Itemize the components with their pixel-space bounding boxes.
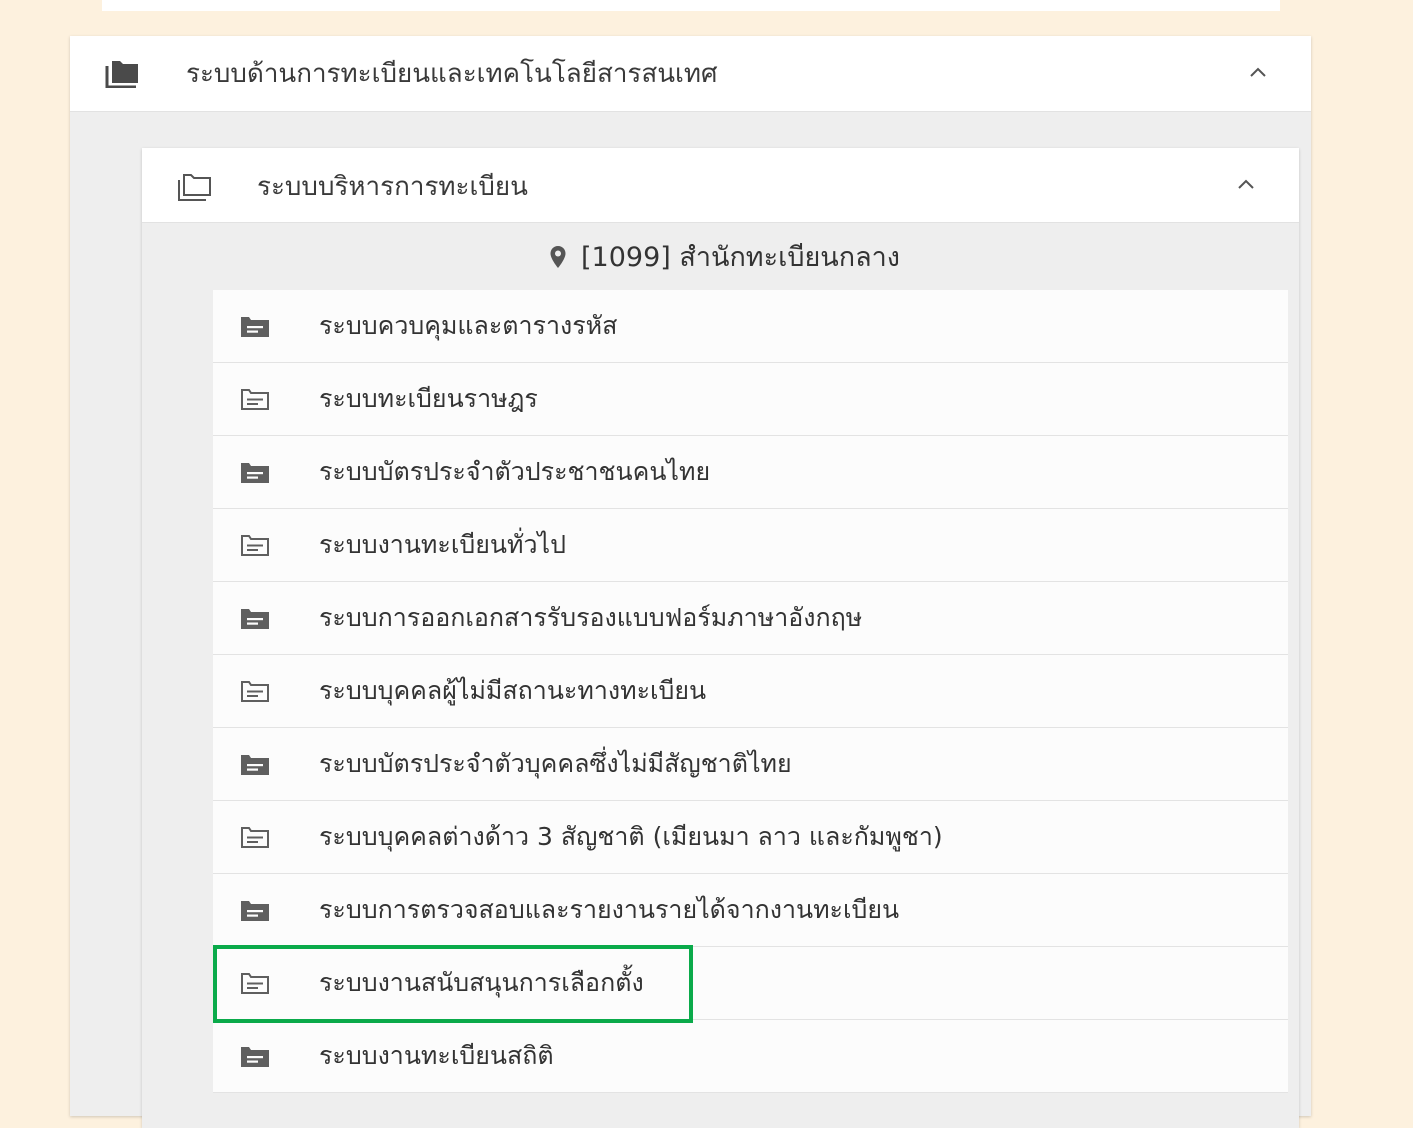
- list-item-label: ระบบการตรวจสอบและรายงานรายได้จากงานทะเบี…: [319, 895, 900, 924]
- inner-section-header[interactable]: ระบบบริหารการทะเบียน: [142, 148, 1299, 223]
- list-item[interactable]: ระบบงานทะเบียนสถิติ: [213, 1020, 1288, 1093]
- chevron-up-icon[interactable]: [1236, 176, 1256, 190]
- list-item-label: ระบบทะเบียนราษฎร: [319, 384, 538, 413]
- list-item-label: ระบบควบคุมและตารางรหัส: [319, 311, 618, 340]
- chevron-up-icon[interactable]: [1248, 64, 1268, 78]
- folder-outline-icon: [239, 970, 271, 996]
- outer-section-title: ระบบด้านการทะเบียนและเทคโนโลยีสารสนเทศ: [186, 59, 718, 89]
- folder-outline-icon: [176, 172, 214, 202]
- map-pin-icon: [549, 245, 567, 269]
- list-item[interactable]: ระบบการตรวจสอบและรายงานรายได้จากงานทะเบี…: [213, 874, 1288, 947]
- list-item[interactable]: ระบบทะเบียนราษฎร: [213, 363, 1288, 436]
- folder-filled-icon: [105, 58, 143, 89]
- list-item-label: ระบบบัตรประจำตัวประชาชนคนไทย: [319, 457, 711, 486]
- folder-filled-icon: [239, 605, 271, 631]
- list-item[interactable]: ระบบบุคคลต่างด้าว 3 สัญชาติ (เมียนมา ลาว…: [213, 801, 1288, 874]
- top-card-edge: [102, 0, 1280, 11]
- list-item-label: ระบบงานทะเบียนทั่วไป: [319, 530, 566, 559]
- outer-section-header[interactable]: ระบบด้านการทะเบียนและเทคโนโลยีสารสนเทศ: [70, 36, 1311, 112]
- list-item[interactable]: ระบบการออกเอกสารรับรองแบบฟอร์มภาษาอังกฤษ: [213, 582, 1288, 655]
- list-item-label: ระบบงานสนับสนุนการเลือกตั้ง: [319, 968, 644, 997]
- system-list: ระบบควบคุมและตารางรหัส ระบบทะเบียนราษฎร …: [213, 290, 1288, 1093]
- folder-filled-icon: [239, 1043, 271, 1069]
- list-item[interactable]: ระบบบุคคลผู้ไม่มีสถานะทางทะเบียน: [213, 655, 1288, 728]
- folder-outline-icon: [239, 532, 271, 558]
- list-item-label: ระบบบัตรประจำตัวบุคคลซึ่งไม่มีสัญชาติไทย: [319, 749, 792, 778]
- list-item-label: ระบบบุคคลผู้ไม่มีสถานะทางทะเบียน: [319, 676, 707, 705]
- location-row: [1099] สำนักทะเบียนกลาง: [142, 223, 1299, 290]
- list-item-label: ระบบการออกเอกสารรับรองแบบฟอร์มภาษาอังกฤษ: [319, 603, 863, 632]
- folder-outline-icon: [239, 824, 271, 850]
- inner-section-title: ระบบบริหารการทะเบียน: [257, 172, 528, 202]
- folder-filled-icon: [239, 751, 271, 777]
- list-item[interactable]: ระบบงานทะเบียนทั่วไป: [213, 509, 1288, 582]
- folder-outline-icon: [239, 678, 271, 704]
- list-item[interactable]: ระบบควบคุมและตารางรหัส: [213, 290, 1288, 363]
- folder-filled-icon: [239, 897, 271, 923]
- outer-section-panel: ระบบด้านการทะเบียนและเทคโนโลยีสารสนเทศ ร…: [70, 36, 1311, 1128]
- list-item[interactable]: ระบบบัตรประจำตัวประชาชนคนไทย: [213, 436, 1288, 509]
- folder-filled-icon: [239, 459, 271, 485]
- list-item[interactable]: ระบบบัตรประจำตัวบุคคลซึ่งไม่มีสัญชาติไทย: [213, 728, 1288, 801]
- location-label: [1099] สำนักทะเบียนกลาง: [581, 242, 900, 273]
- list-item-label: ระบบงานทะเบียนสถิติ: [319, 1041, 554, 1070]
- inner-section-panel: ระบบบริหารการทะเบียน [1099] สำนักทะเบียน…: [142, 148, 1299, 1128]
- list-item-label: ระบบบุคคลต่างด้าว 3 สัญชาติ (เมียนมา ลาว…: [319, 822, 943, 851]
- folder-outline-icon: [239, 386, 271, 412]
- folder-filled-icon: [239, 313, 271, 339]
- list-item-highlighted[interactable]: ระบบงานสนับสนุนการเลือกตั้ง: [213, 947, 1288, 1020]
